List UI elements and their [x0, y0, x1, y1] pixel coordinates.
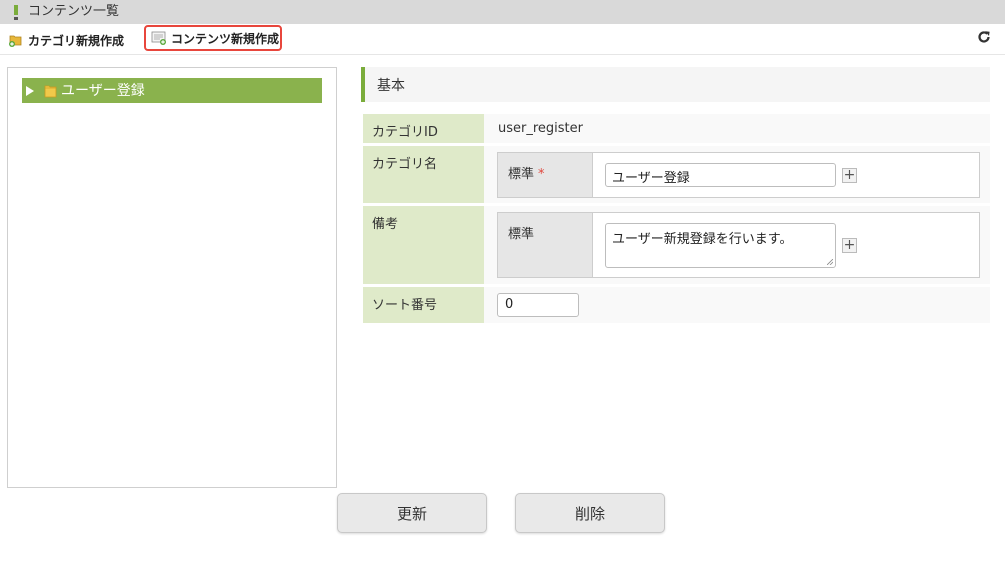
refresh-icon[interactable] [977, 30, 991, 47]
document-add-icon [151, 31, 166, 45]
add-language-button[interactable]: + [842, 238, 857, 253]
category-tree-panel: ユーザー登録 [7, 67, 337, 488]
field-row-remarks: 備考 標準 ユーザー新規登録を行います。 + [363, 206, 990, 284]
section-header-basic: 基本 [361, 67, 990, 102]
lang-label-default: 標準 [498, 213, 593, 277]
category-id-value: user_register [498, 121, 583, 136]
remarks-textarea[interactable]: ユーザー新規登録を行います。 [605, 223, 836, 268]
sort-order-input[interactable]: 0 [497, 293, 579, 317]
create-category-button[interactable]: カテゴリ新規作成 [8, 28, 124, 52]
field-row-category-name: カテゴリ名 標準 * ユーザー登録 + [363, 146, 990, 203]
remarks-text: ユーザー新規登録を行います。 [612, 232, 793, 247]
create-content-button[interactable]: コンテンツ新規作成 [144, 25, 282, 51]
refresh-icon-glyph [978, 31, 990, 43]
category-name-input[interactable]: ユーザー登録 [605, 163, 836, 187]
title-bar: コンテンツ一覧 [0, 0, 1005, 24]
page-title: コンテンツ一覧 [28, 4, 120, 19]
tree-item-label: ユーザー登録 [61, 82, 145, 99]
section-title: 基本 [377, 77, 405, 94]
remarks-label: 備考 [363, 206, 484, 284]
category-name-lang-box: 標準 * ユーザー登録 + [497, 152, 980, 198]
tree-item-user-register[interactable]: ユーザー登録 [22, 78, 322, 103]
sort-order-label: ソート番号 [363, 287, 484, 323]
expand-arrow-icon[interactable] [26, 85, 34, 96]
remarks-lang-box: 標準 ユーザー新規登録を行います。 + [497, 212, 980, 278]
folder-add-icon [9, 35, 22, 47]
toolbar: カテゴリ新規作成 コンテンツ新規作成 [0, 24, 1005, 55]
resize-grip-icon[interactable] [827, 259, 833, 265]
delete-button[interactable]: 削除 [515, 493, 665, 533]
field-row-sort-order: ソート番号 0 [363, 287, 990, 323]
category-name-label: カテゴリ名 [363, 146, 484, 203]
create-category-label: カテゴリ新規作成 [28, 33, 125, 48]
folder-icon [44, 85, 57, 97]
title-marker-icon [14, 5, 18, 20]
field-row-category-id: カテゴリID user_register [363, 114, 990, 143]
add-language-button[interactable]: + [842, 168, 857, 183]
update-button[interactable]: 更新 [337, 493, 487, 533]
create-content-label: コンテンツ新規作成 [171, 31, 280, 46]
lang-label-default: 標準 * [498, 153, 593, 197]
lang-label-text: 標準 [508, 167, 535, 182]
category-id-label: カテゴリID [363, 114, 484, 143]
required-mark: * [538, 167, 545, 182]
